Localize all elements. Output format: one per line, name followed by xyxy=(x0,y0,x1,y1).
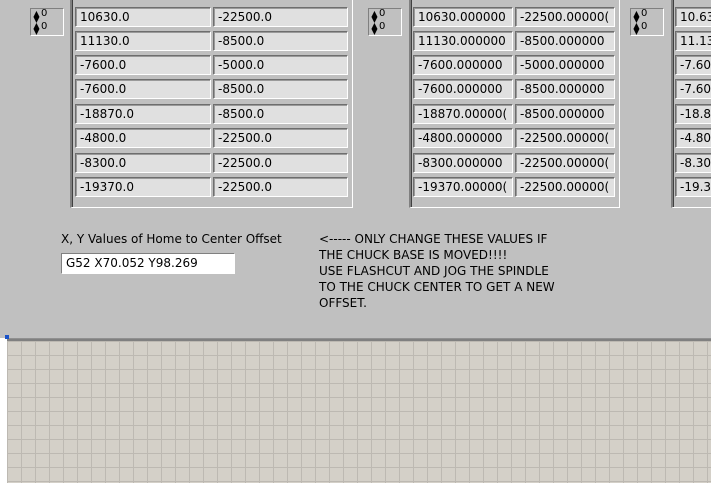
array-2-col2-cell[interactable]: -22500.00000( xyxy=(515,177,615,197)
array-2-col1-cell[interactable]: -18870.00000( xyxy=(413,104,513,124)
array-1-col2-cell[interactable]: -8500.0 xyxy=(213,79,348,99)
array-1-col2-cell[interactable]: -22500.0 xyxy=(213,128,348,148)
selection-marker xyxy=(5,335,9,339)
array-1-index-col[interactable]: 0 xyxy=(41,22,47,32)
array-3-index[interactable]: ▲ ▼ 0 ▲ ▼ 0 xyxy=(630,8,664,36)
array-2-index-col[interactable]: 0 xyxy=(379,22,385,32)
array-3-col1-cell[interactable]: -4.80 xyxy=(675,128,711,148)
array-2-index[interactable]: ▲ ▼ 0 ▲ ▼ 0 xyxy=(368,8,402,36)
warning-line: THE CHUCK BASE IS MOVED!!!! xyxy=(319,248,508,262)
array-2-col1-cell[interactable]: -4800.000000 xyxy=(413,128,513,148)
window-left-margin xyxy=(0,338,7,483)
array-1-index-row[interactable]: 0 xyxy=(41,9,47,19)
array-2-col2-cell[interactable]: -22500.00000( xyxy=(515,7,615,27)
array-3-col1-cell[interactable]: -7.60 xyxy=(675,79,711,99)
array-1-index[interactable]: ▲ ▼ 0 ▲ ▼ 0 xyxy=(30,8,64,36)
array-2-index-row[interactable]: 0 xyxy=(379,9,385,19)
array-2-col1-cell[interactable]: -8300.000000 xyxy=(413,153,513,173)
home-offset-label: X, Y Values of Home to Center Offset xyxy=(61,232,282,246)
spin-down-icon[interactable]: ▼ xyxy=(632,28,641,36)
array-3-col1-cell[interactable]: -7.60 xyxy=(675,55,711,75)
array-2-col2-cell[interactable]: -8500.000000 xyxy=(515,104,615,124)
warning-line: <----- ONLY CHANGE THESE VALUES IF xyxy=(319,232,548,246)
array-3-col1-cell[interactable]: 10.63 xyxy=(675,7,711,27)
array-1-col1-cell[interactable]: -4800.0 xyxy=(75,128,211,148)
array-3-col1-cell[interactable]: -19.3 xyxy=(675,177,711,197)
array-3-index-col[interactable]: 0 xyxy=(641,22,647,32)
block-diagram-grid xyxy=(7,341,711,483)
array-1-col1-cell[interactable]: 10630.0 xyxy=(75,7,211,27)
array-1-col2-cell[interactable]: -22500.0 xyxy=(213,177,348,197)
array-1-col1-cell[interactable]: -19370.0 xyxy=(75,177,211,197)
spin-down-icon[interactable]: ▼ xyxy=(370,28,379,36)
front-panel: ▲ ▼ 0 ▲ ▼ 0 ▲ ▼ 0 ▲ ▼ 0 ▲ ▼ 0 ▲ ▼ 0 1063… xyxy=(0,0,711,338)
warning-line: USE FLASHCUT AND JOG THE SPINDLE xyxy=(319,264,549,278)
warning-line: OFFSET. xyxy=(319,296,367,310)
array-3-col1-cell[interactable]: -18.8 xyxy=(675,104,711,124)
array-2-col2-cell[interactable]: -8500.000000 xyxy=(515,31,615,51)
array-1-col2-cell[interactable]: -22500.0 xyxy=(213,153,348,173)
array-2-col2-cell[interactable]: -5000.000000 xyxy=(515,55,615,75)
array-2-col1-cell[interactable]: -19370.00000( xyxy=(413,177,513,197)
array-2-col1-cell[interactable]: 11130.000000 xyxy=(413,31,513,51)
home-offset-input[interactable]: G52 X70.052 Y98.269 xyxy=(61,253,235,274)
array-1-col1-cell[interactable]: -8300.0 xyxy=(75,153,211,173)
array-2-col1-cell[interactable]: -7600.000000 xyxy=(413,79,513,99)
array-1-col2-cell[interactable]: -8500.0 xyxy=(213,31,348,51)
array-1-col1-cell[interactable]: 11130.0 xyxy=(75,31,211,51)
array-2-col2-cell[interactable]: -22500.00000( xyxy=(515,128,615,148)
array-2-col2-cell[interactable]: -8500.000000 xyxy=(515,79,615,99)
array-2-col2-cell[interactable]: -22500.00000( xyxy=(515,153,615,173)
array-2-col1-cell[interactable]: 10630.000000 xyxy=(413,7,513,27)
array-1-col1-cell[interactable]: -7600.0 xyxy=(75,79,211,99)
array-1-col2-cell[interactable]: -5000.0 xyxy=(213,55,348,75)
warning-note: <----- ONLY CHANGE THESE VALUES IF THE C… xyxy=(319,231,579,311)
array-3-col1-cell[interactable]: 11.13 xyxy=(675,31,711,51)
array-3-col1-cell[interactable]: -8.30 xyxy=(675,153,711,173)
array-2-col1-cell[interactable]: -7600.000000 xyxy=(413,55,513,75)
spin-down-icon[interactable]: ▼ xyxy=(32,28,41,36)
warning-line: TO THE CHUCK CENTER TO GET A NEW xyxy=(319,280,555,294)
array-1-col2-cell[interactable]: -22500.0 xyxy=(213,7,348,27)
array-1-col1-cell[interactable]: -18870.0 xyxy=(75,104,211,124)
array-1-col1-cell[interactable]: -7600.0 xyxy=(75,55,211,75)
array-3-index-row[interactable]: 0 xyxy=(641,9,647,19)
array-1-col2-cell[interactable]: -8500.0 xyxy=(213,104,348,124)
